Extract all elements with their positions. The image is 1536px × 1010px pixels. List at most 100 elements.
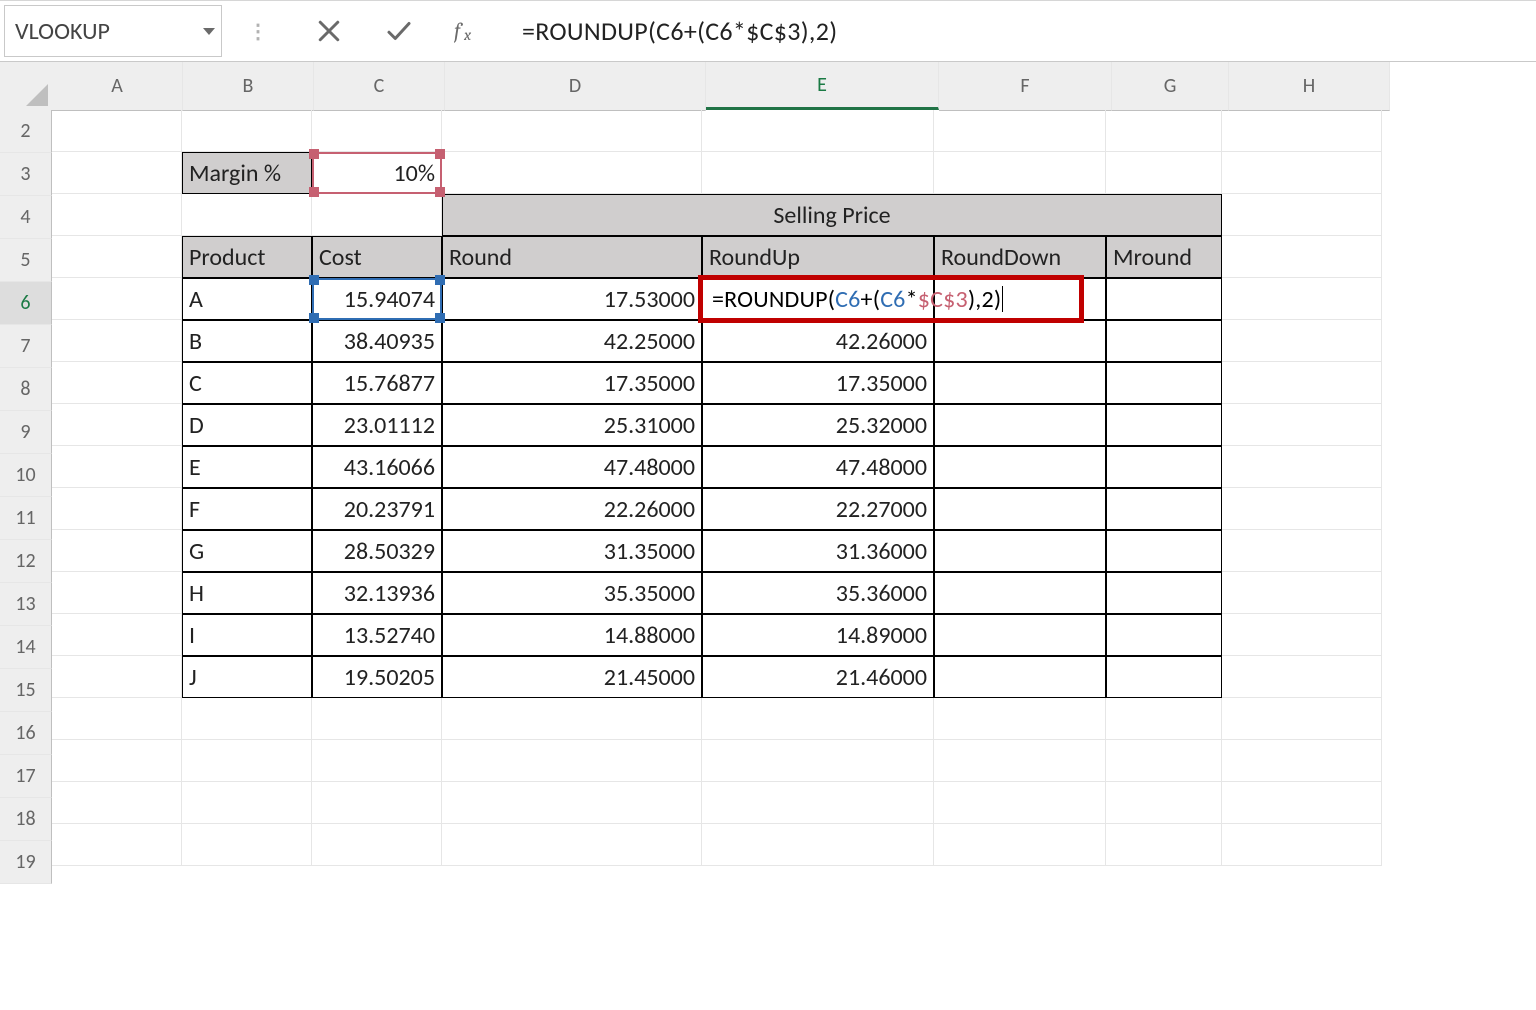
cell-B4[interactable] — [182, 194, 312, 236]
inline-cell-editor[interactable]: =ROUNDUP(C6+(C6*$C$3),2) — [706, 278, 1003, 320]
cell-A2[interactable] — [52, 110, 182, 152]
cell-A18[interactable] — [52, 782, 182, 824]
cell-A9[interactable] — [52, 404, 182, 446]
row-header-9[interactable]: 9 — [0, 411, 52, 454]
cell-D19[interactable] — [442, 824, 702, 866]
cell-A6[interactable] — [52, 278, 182, 320]
cell-B2[interactable] — [182, 110, 312, 152]
cell-A16[interactable] — [52, 698, 182, 740]
cell-F15[interactable] — [934, 656, 1106, 698]
cell-H7[interactable] — [1222, 320, 1382, 362]
cell-A15[interactable] — [52, 656, 182, 698]
row-header-3[interactable]: 3 — [0, 153, 52, 196]
enter-formula-button[interactable] — [374, 1, 424, 61]
cell-E10[interactable]: 47.48000 — [702, 446, 934, 488]
cell-G6[interactable] — [1106, 278, 1222, 320]
cell-D13[interactable]: 35.35000 — [442, 572, 702, 614]
cell-E13[interactable]: 35.36000 — [702, 572, 934, 614]
cell-C19[interactable] — [312, 824, 442, 866]
cell-C4[interactable] — [312, 194, 442, 236]
cell-H16[interactable] — [1222, 698, 1382, 740]
cell-B8[interactable]: C — [182, 362, 312, 404]
cell-D3[interactable] — [442, 152, 702, 194]
row-header-5[interactable]: 5 — [0, 239, 52, 282]
cell-H11[interactable] — [1222, 488, 1382, 530]
cell-B5[interactable]: Product — [182, 236, 312, 278]
cell-D6[interactable]: 17.53000 — [442, 278, 702, 320]
cell-C8[interactable]: 15.76877 — [312, 362, 442, 404]
cell-A8[interactable] — [52, 362, 182, 404]
cell-H9[interactable] — [1222, 404, 1382, 446]
cell-E3[interactable] — [702, 152, 934, 194]
cell-H14[interactable] — [1222, 614, 1382, 656]
cell-C3[interactable]: 10% — [312, 152, 442, 194]
cell-E2[interactable] — [702, 110, 934, 152]
cell-H4[interactable] — [1222, 194, 1382, 236]
cell-C16[interactable] — [312, 698, 442, 740]
column-header-C[interactable]: C — [314, 62, 445, 111]
cell-A5[interactable] — [52, 236, 182, 278]
cell-H8[interactable] — [1222, 362, 1382, 404]
cell-D7[interactable]: 42.25000 — [442, 320, 702, 362]
column-header-E[interactable]: E — [706, 62, 939, 110]
cell-G9[interactable] — [1106, 404, 1222, 446]
cell-H19[interactable] — [1222, 824, 1382, 866]
cell-G3[interactable] — [1106, 152, 1222, 194]
cell-F8[interactable] — [934, 362, 1106, 404]
cell-F18[interactable] — [934, 782, 1106, 824]
cell-E18[interactable] — [702, 782, 934, 824]
cell-B15[interactable]: J — [182, 656, 312, 698]
cell-E5[interactable]: RoundUp — [702, 236, 934, 278]
cell-C11[interactable]: 20.23791 — [312, 488, 442, 530]
cell-A11[interactable] — [52, 488, 182, 530]
column-header-H[interactable]: H — [1229, 62, 1390, 111]
cell-B13[interactable]: H — [182, 572, 312, 614]
cell-B9[interactable]: D — [182, 404, 312, 446]
row-header-12[interactable]: 12 — [0, 540, 52, 583]
cell-F12[interactable] — [934, 530, 1106, 572]
cell-C15[interactable]: 19.50205 — [312, 656, 442, 698]
cell-A3[interactable] — [52, 152, 182, 194]
cell-C13[interactable]: 32.13936 — [312, 572, 442, 614]
cell-A4[interactable] — [52, 194, 182, 236]
row-header-14[interactable]: 14 — [0, 626, 52, 669]
cell-A14[interactable] — [52, 614, 182, 656]
cell-B3[interactable]: Margin % — [182, 152, 312, 194]
cell-F7[interactable] — [934, 320, 1106, 362]
cell-A7[interactable] — [52, 320, 182, 362]
cell-B17[interactable] — [182, 740, 312, 782]
cell-B6[interactable]: A — [182, 278, 312, 320]
cell-A17[interactable] — [52, 740, 182, 782]
cell-E7[interactable]: 42.26000 — [702, 320, 934, 362]
cell-H3[interactable] — [1222, 152, 1382, 194]
cell-B12[interactable]: G — [182, 530, 312, 572]
cell-E16[interactable] — [702, 698, 934, 740]
cell-F3[interactable] — [934, 152, 1106, 194]
cell-G19[interactable] — [1106, 824, 1222, 866]
cell-C7[interactable]: 38.40935 — [312, 320, 442, 362]
cell-D9[interactable]: 25.31000 — [442, 404, 702, 446]
row-header-2[interactable]: 2 — [0, 110, 52, 153]
row-header-19[interactable]: 19 — [0, 841, 52, 884]
cell-B16[interactable] — [182, 698, 312, 740]
cell-F10[interactable] — [934, 446, 1106, 488]
cancel-formula-button[interactable] — [304, 1, 354, 61]
cell-H13[interactable] — [1222, 572, 1382, 614]
row-header-18[interactable]: 18 — [0, 798, 52, 841]
formula-input[interactable]: =ROUNDUP(C6+(C6*$C$3),2) — [504, 1, 1536, 61]
cell-B19[interactable] — [182, 824, 312, 866]
cell-E19[interactable] — [702, 824, 934, 866]
cell-G7[interactable] — [1106, 320, 1222, 362]
cell-B14[interactable]: I — [182, 614, 312, 656]
cell-D10[interactable]: 47.48000 — [442, 446, 702, 488]
select-all-corner[interactable] — [0, 62, 53, 111]
row-header-10[interactable]: 10 — [0, 454, 52, 497]
cell-D2[interactable] — [442, 110, 702, 152]
row-header-17[interactable]: 17 — [0, 755, 52, 798]
cell-H6[interactable] — [1222, 278, 1382, 320]
column-header-G[interactable]: G — [1112, 62, 1229, 111]
cell-D8[interactable]: 17.35000 — [442, 362, 702, 404]
cell-F13[interactable] — [934, 572, 1106, 614]
cell-C2[interactable] — [312, 110, 442, 152]
cell-H12[interactable] — [1222, 530, 1382, 572]
